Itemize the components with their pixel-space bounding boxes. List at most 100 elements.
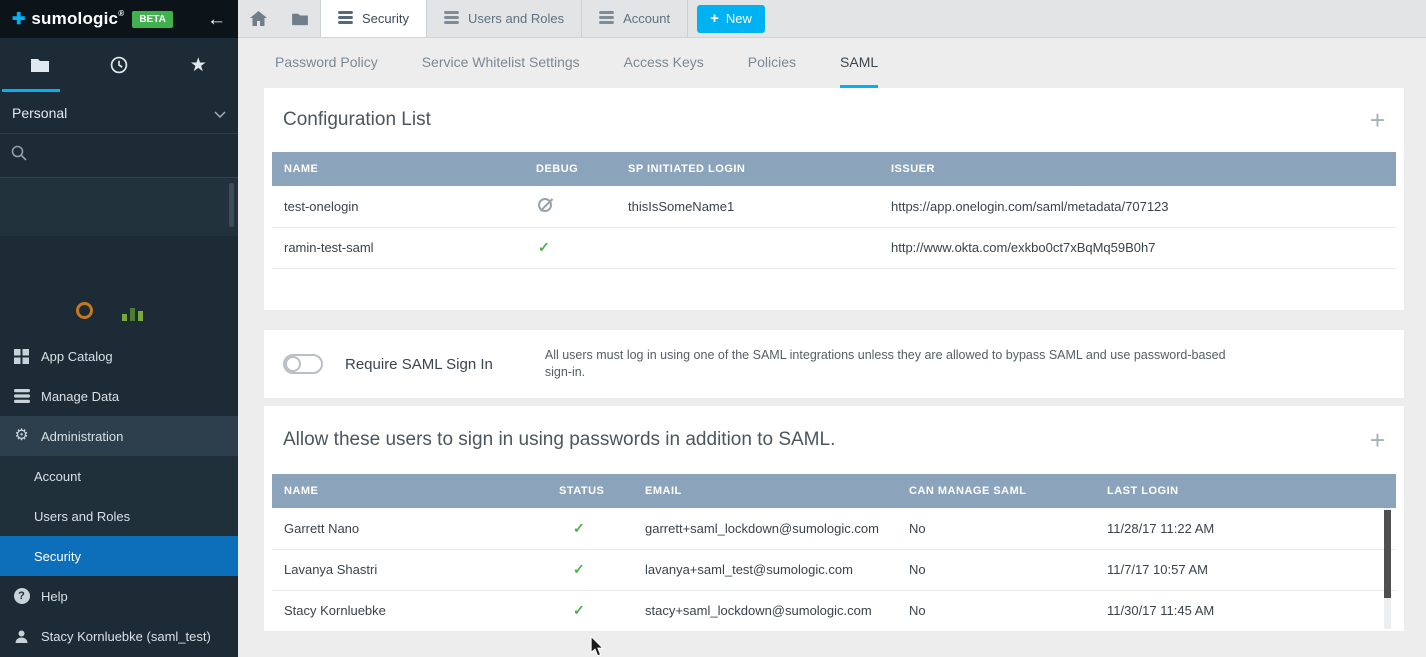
sidebar-item-label: Help (41, 589, 68, 604)
allow-list-title: Allow these users to sign in using passw… (283, 429, 835, 451)
sidebar-item-label: Users and Roles (34, 509, 130, 524)
column-header-can-manage-saml: CAN MANAGE SAML (897, 474, 1095, 508)
bar-chart-icon (122, 308, 143, 321)
column-header-status: STATUS (547, 474, 633, 508)
sidebar-item-account[interactable]: Account (0, 456, 238, 496)
main-area: Security Users and Roles Account + New P… (238, 0, 1426, 657)
tab-security[interactable]: Security (320, 0, 426, 37)
layers-icon (13, 389, 30, 403)
debug-cell: ✓ (524, 227, 616, 268)
help-icon: ? (13, 588, 30, 604)
enabled-check-icon: ✓ (573, 561, 585, 577)
subtab-policies[interactable]: Policies (748, 38, 796, 88)
status-cell: ✓ (547, 590, 633, 631)
configuration-table: NAME DEBUG SP INITIATED LOGIN ISSUER tes… (272, 152, 1396, 269)
require-saml-label: Require SAML Sign In (345, 356, 493, 373)
subtab-password-policy[interactable]: Password Policy (275, 38, 378, 88)
home-icon[interactable] (238, 0, 279, 37)
content-area: Configuration List + NAME DEBUG SP INITI… (238, 88, 1426, 657)
allow-list-table: NAME STATUS EMAIL CAN MANAGE SAML LAST L… (272, 474, 1396, 631)
logo-wordmark: sumologic (31, 9, 118, 28)
table-header-row: NAME STATUS EMAIL CAN MANAGE SAML LAST L… (272, 474, 1396, 508)
sidebar-item-user-account[interactable]: Stacy Kornluebke (saml_test) (0, 616, 238, 657)
table-scrollbar-track[interactable] (1384, 508, 1391, 629)
add-configuration-button[interactable]: + (1370, 107, 1385, 133)
sumologic-logo-icon: ✚ (12, 9, 25, 29)
sidebar-item-label: App Catalog (41, 349, 113, 364)
configuration-list-title: Configuration List (283, 109, 431, 131)
table-scrollbar-thumb[interactable] (1384, 510, 1391, 598)
library-scrollbar[interactable] (229, 183, 234, 227)
library-search[interactable] (0, 134, 238, 178)
sidebar-item-security[interactable]: Security (0, 536, 238, 576)
sidebar-item-users-and-roles[interactable]: Users and Roles (0, 496, 238, 536)
new-button[interactable]: + New (697, 5, 765, 33)
subtab-service-whitelist-settings[interactable]: Service Whitelist Settings (422, 38, 580, 88)
collapse-sidebar-icon[interactable]: ← (207, 10, 226, 29)
search-icon (11, 145, 27, 166)
loading-illustration (0, 296, 238, 338)
status-cell: ✓ (547, 549, 633, 590)
can-manage-saml-cell: No (897, 508, 1095, 549)
layers-icon (338, 11, 353, 27)
sidebar-item-app-catalog[interactable]: App Catalog (0, 336, 238, 376)
email-cell: lavanya+saml_test@sumologic.com (633, 549, 897, 590)
table-row[interactable]: Lavanya Shastri ✓ lavanya+saml_test@sumo… (272, 549, 1396, 590)
tab-account[interactable]: Account (581, 0, 688, 37)
subtab-saml[interactable]: SAML (840, 38, 878, 88)
sp-login-cell (616, 227, 879, 268)
user-name-label: Stacy Kornluebke (saml_test) (41, 629, 211, 644)
gear-icon: ⚙ (13, 428, 30, 444)
user-name-cell: Stacy Kornluebke (272, 590, 547, 631)
sidebar-item-administration[interactable]: ⚙ Administration (0, 416, 238, 456)
require-saml-toggle[interactable] (283, 354, 323, 374)
can-manage-saml-cell: No (897, 590, 1095, 631)
last-login-cell: 11/30/17 11:45 AM (1095, 590, 1396, 631)
config-name-cell: test-onelogin (272, 186, 524, 227)
column-header-last-login: LAST LOGIN (1095, 474, 1396, 508)
spinner-circle-icon (76, 302, 93, 319)
logo-text: sumologic® (31, 9, 124, 29)
column-header-name: NAME (272, 474, 547, 508)
user-name-cell: Garrett Nano (272, 508, 547, 549)
column-header-debug: DEBUG (524, 152, 616, 186)
beta-badge: BETA (132, 11, 172, 28)
add-allowed-user-button[interactable]: + (1370, 427, 1385, 453)
disabled-slash-icon (538, 198, 552, 212)
sidebar-menu: App Catalog Manage Data ⚙ Administration… (0, 336, 238, 657)
tab-users-and-roles[interactable]: Users and Roles (426, 0, 581, 37)
tab-label: Users and Roles (468, 11, 564, 26)
table-row[interactable]: Stacy Kornluebke ✓ stacy+saml_lockdown@s… (272, 590, 1396, 631)
library-scope-dropdown[interactable]: Personal (0, 92, 238, 134)
library-folder-icon[interactable] (0, 57, 79, 73)
table-header-row: NAME DEBUG SP INITIATED LOGIN ISSUER (272, 152, 1396, 186)
last-login-cell: 11/28/17 11:22 AM (1095, 508, 1396, 549)
sidebar-item-label: Administration (41, 429, 123, 444)
table-row[interactable]: ramin-test-saml ✓ http://www.okta.com/ex… (272, 227, 1396, 268)
subtab-access-keys[interactable]: Access Keys (624, 38, 704, 88)
library-list-panel[interactable] (0, 178, 238, 236)
table-row[interactable]: Garrett Nano ✓ garrett+saml_lockdown@sum… (272, 508, 1396, 549)
tab-label: Security (362, 11, 409, 26)
enabled-check-icon: ✓ (573, 602, 585, 618)
issuer-cell: http://www.okta.com/exkbo0ct7xBqMq59B0h7 (879, 227, 1396, 268)
column-header-email: EMAIL (633, 474, 897, 508)
top-tab-bar: Security Users and Roles Account + New (238, 0, 1426, 38)
layers-icon (599, 11, 614, 27)
registered-mark: ® (118, 9, 124, 18)
status-cell: ✓ (547, 508, 633, 549)
sidebar-icon-tabs: ★ (0, 38, 238, 92)
folder-icon[interactable] (279, 0, 320, 37)
sidebar-item-label: Account (34, 469, 81, 484)
plus-icon: + (710, 10, 719, 27)
user-name-cell: Lavanya Shastri (272, 549, 547, 590)
table-row[interactable]: test-onelogin thisIsSomeName1 https://ap… (272, 186, 1396, 227)
favorites-star-icon[interactable]: ★ (159, 56, 238, 75)
email-cell: garrett+saml_lockdown@sumologic.com (633, 508, 897, 549)
sidebar-item-manage-data[interactable]: Manage Data (0, 376, 238, 416)
person-icon (13, 629, 30, 644)
debug-cell (524, 186, 616, 227)
sidebar-item-help[interactable]: ? Help (0, 576, 238, 616)
issuer-cell: https://app.onelogin.com/saml/metadata/7… (879, 186, 1396, 227)
recents-clock-icon[interactable] (79, 56, 158, 74)
